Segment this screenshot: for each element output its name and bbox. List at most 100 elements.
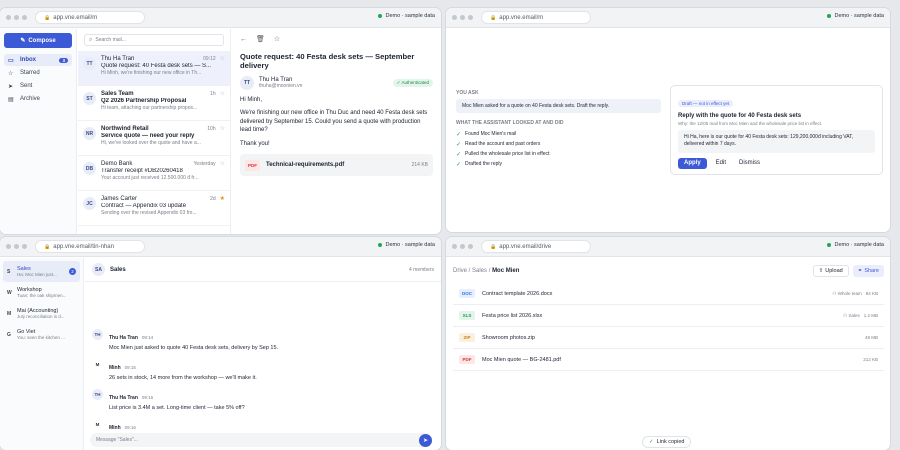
- message-author: Minh: [109, 425, 121, 431]
- message-input[interactable]: Message "Sales"...: [96, 437, 419, 443]
- star-icon[interactable]: ☆: [220, 160, 225, 167]
- file-row[interactable]: PDF Moc Mien quote — BG-2481.pdf 212 KB: [453, 349, 884, 371]
- mail-item[interactable]: JC James Carter 2d ★ Contract — Appendix 03 …: [78, 191, 230, 226]
- share-button[interactable]: ⚭ Share: [852, 264, 884, 277]
- message-composer[interactable]: Message "Sales"... ➤: [90, 433, 432, 447]
- back-icon[interactable]: ←: [240, 36, 247, 43]
- star-icon[interactable]: ☆: [220, 55, 225, 62]
- draft-card: Draft — not in effect yet Reply with the…: [670, 85, 883, 175]
- toast: ✓ Link copied: [642, 436, 692, 448]
- file-name: Contract template 2026.docx: [482, 290, 553, 297]
- attachment[interactable]: PDF Technical-requirements.pdf 214 KB: [240, 154, 433, 177]
- unread-badge: 2: [69, 268, 76, 275]
- mail-time: 1h: [210, 90, 216, 97]
- check-icon: ✓: [649, 439, 654, 445]
- apply-button[interactable]: Apply: [678, 157, 707, 169]
- message-time: 09:16: [124, 425, 136, 430]
- address-bar[interactable]: 🔒 app.vne.email/m: [35, 11, 145, 24]
- nav-item-starred[interactable]: ☆ Starred: [4, 67, 72, 79]
- mail-sender: Northwind Retail: [101, 125, 149, 132]
- window-controls[interactable]: [452, 244, 473, 249]
- drive-window: 🔒 app.vne.email/drive Demo · sample data …: [446, 237, 890, 450]
- search-box[interactable]: ⌕ Search mail...: [84, 34, 224, 46]
- sender-email: thuha@moonien.vn: [259, 83, 303, 89]
- you-ask-heading: YOU ASK: [456, 90, 479, 96]
- browser-chrome: 🔒 app.vne.email/m Demo · sample data: [446, 8, 890, 28]
- step-item: ✓ Found Moc Mien's mail: [456, 129, 661, 139]
- demo-badge: Demo · sample data: [378, 242, 435, 248]
- address-bar[interactable]: 🔒 app.vne.email/m: [481, 11, 591, 24]
- channel-pane: SA Sales 4 members TH Thu Ha Tran 09:14 Moc…: [85, 258, 441, 450]
- chat-item[interactable]: M Mai (Accounting) July reconciliation is …: [3, 303, 80, 324]
- breadcrumb-mid[interactable]: Sales: [472, 268, 487, 274]
- reading-pane: ← 🗑 ☆ Quote request: 40 Festa desk sets …: [232, 29, 441, 234]
- mail-preview: Sending over the revised Appendix 03 fro…: [101, 210, 197, 216]
- mail-preview: Hi, we've looked over the quote and have…: [101, 140, 201, 146]
- window-controls[interactable]: [452, 15, 473, 20]
- file-row[interactable]: ZIP Showroom photos.zip 48 MB: [453, 327, 884, 349]
- mail-item[interactable]: DB Demo Bank Yesterday ☆ Transfer receipt #D…: [78, 156, 230, 191]
- url-text: app.vne.email/tin-nhan: [53, 243, 114, 250]
- mail-item[interactable]: ST Sales Team 1h ☆ Q2 2026 Partnership Propo…: [78, 86, 230, 121]
- check-circle-icon: ✓: [456, 141, 462, 148]
- demo-label: Demo · sample data: [834, 242, 884, 248]
- chat-item[interactable]: S Sales Ha: Moc Mien just... 2: [3, 261, 80, 282]
- compose-button[interactable]: ✎ Compose: [4, 33, 72, 48]
- nav-item-sent[interactable]: ➤ Sent: [4, 80, 72, 92]
- chat-item[interactable]: G Go Viet You: seen the kitchen ...: [3, 324, 80, 345]
- nav-label: Archive: [20, 96, 41, 102]
- mail-subject: Q2 2026 Partnership Proposal: [101, 98, 187, 104]
- file-row[interactable]: DOC Contract template 2026.docx ⚇ Whole te…: [453, 283, 884, 305]
- xls-file-icon: XLS: [459, 311, 475, 320]
- nav-item-inbox[interactable]: ▭ Inbox 3: [4, 54, 72, 66]
- mail-time: Yesterday: [193, 160, 216, 167]
- step-text: Found Moc Mien's mail: [465, 131, 517, 137]
- upload-button[interactable]: ⇧ Upload: [812, 264, 849, 277]
- mail-item[interactable]: TT Thu Ha Tran 09:12 ☆ Quote request: 40 Fes…: [78, 51, 230, 86]
- drive-header: Drive / Sales / Moc Mien ⇧ Upload ⚭ Share: [453, 264, 884, 277]
- window-controls[interactable]: [6, 15, 27, 20]
- address-bar[interactable]: 🔒 app.vne.email/drive: [481, 240, 591, 253]
- file-row[interactable]: XLS Festa price list 2026.xlsx ⚇ Sales 1.2 …: [453, 305, 884, 327]
- status-dot-icon: [827, 243, 832, 247]
- nav-label: Starred: [20, 70, 40, 76]
- trash-icon[interactable]: 🗑: [256, 35, 265, 43]
- dismiss-button[interactable]: Dismiss: [735, 158, 764, 169]
- window-controls[interactable]: [6, 244, 27, 249]
- mail-sender: Thu Ha Tran: [101, 55, 135, 62]
- demo-badge: Demo · sample data: [827, 13, 884, 19]
- nav-item-archive[interactable]: ▤ Archive: [4, 93, 72, 105]
- mail-item[interactable]: NR Northwind Retail 10h ☆ Service quote — ne…: [78, 121, 230, 156]
- nav-label: Inbox: [20, 57, 36, 63]
- send-icon: ➤: [422, 437, 429, 444]
- member-count[interactable]: 4 members: [409, 267, 434, 273]
- avatar: TH: [92, 329, 103, 340]
- avatar: JC: [83, 197, 96, 210]
- pen-icon: ✎: [20, 38, 26, 44]
- send-button[interactable]: ➤: [419, 433, 432, 447]
- search-input[interactable]: Search mail...: [95, 37, 126, 43]
- draft-reason: Why: the 12/05 mail from Moc Mien and th…: [678, 121, 823, 126]
- mail-time: 10h: [207, 125, 216, 132]
- actions-heading: WHAT THE ASSISTANT LOOKED AT AND DID: [456, 120, 564, 126]
- mail-subject: Contract — Appendix 03 update: [101, 203, 187, 209]
- chat-item[interactable]: W Workshop Tuan: the oak shipmen...: [3, 282, 80, 303]
- share-scope-label: Whole team: [837, 290, 862, 296]
- chat-preview: July reconciliation is d...: [17, 314, 65, 319]
- avatar: M: [92, 419, 103, 430]
- star-icon[interactable]: ☆: [220, 90, 225, 97]
- link-icon: ⚭: [857, 267, 863, 274]
- edit-button[interactable]: Edit: [712, 158, 730, 169]
- archive-icon: ▤: [8, 96, 14, 103]
- breadcrumb-root[interactable]: Drive: [453, 268, 467, 274]
- star-icon[interactable]: ★: [220, 195, 225, 202]
- message-time: 09:16: [141, 395, 154, 400]
- star-icon[interactable]: ☆: [220, 125, 225, 132]
- chat-message: M Minh 09:15 26 sets in stock, 14 more from…: [92, 356, 434, 381]
- compose-label: Compose: [28, 37, 56, 44]
- chat-preview: Tuan: the oak shipmen...: [17, 293, 67, 298]
- chat-avatar: W: [7, 289, 12, 296]
- lock-icon: 🔒: [490, 243, 497, 250]
- star-icon[interactable]: ☆: [274, 35, 280, 43]
- address-bar[interactable]: 🔒 app.vne.email/tin-nhan: [35, 240, 145, 253]
